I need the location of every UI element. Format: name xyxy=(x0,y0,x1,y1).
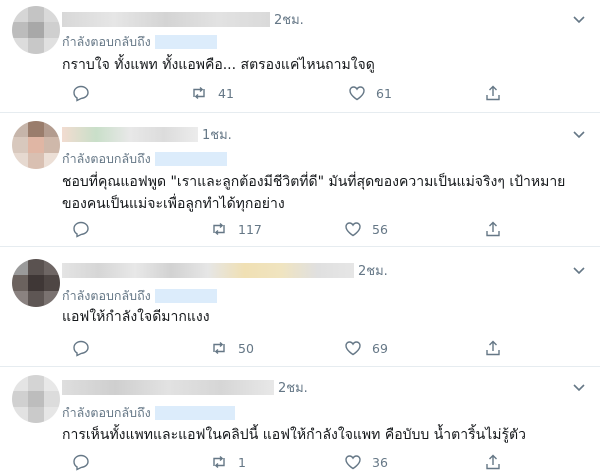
replying-to: กำลังตอบกลับถึง xyxy=(62,403,235,423)
reply-icon xyxy=(73,454,89,471)
retweet-icon xyxy=(193,86,205,100)
tweet-actions: 41 61 xyxy=(62,84,522,104)
share-button[interactable] xyxy=(484,339,502,357)
chevron-down-icon[interactable] xyxy=(572,127,586,141)
replying-to-label: กำลังตอบกลับถึง xyxy=(62,151,151,166)
heart-icon xyxy=(349,86,365,101)
tweet-text: กราบใจ ทั้งแพท ทั้งแอพคือ... สตรองแค่ไหน… xyxy=(62,57,375,73)
retweet-icon xyxy=(213,455,225,469)
chevron-down-icon[interactable] xyxy=(572,380,586,394)
retweet-icon xyxy=(213,222,225,236)
reply-icon xyxy=(73,340,89,357)
like-count: 61 xyxy=(376,85,392,101)
avatar[interactable] xyxy=(12,375,60,423)
retweet-count: 41 xyxy=(218,85,234,101)
replying-to-label: กำลังตอบกลับถึง xyxy=(62,405,151,420)
tweet-time[interactable]: 2ชม. xyxy=(278,377,308,398)
share-icon xyxy=(486,454,500,470)
like-button[interactable]: 69 xyxy=(344,339,388,357)
like-count: 69 xyxy=(372,340,388,356)
reply-icon xyxy=(73,85,89,102)
reply-button[interactable] xyxy=(72,220,100,238)
share-icon xyxy=(486,85,500,101)
retweet-icon xyxy=(213,341,225,355)
tweet-text: แอฟให้กำลังใจดีมากแงง xyxy=(62,309,210,325)
tweet-actions: 1 36 xyxy=(62,453,522,473)
tweet-time[interactable]: 2ชม. xyxy=(358,260,388,281)
reply-button[interactable] xyxy=(72,84,100,102)
share-button[interactable] xyxy=(484,220,502,238)
share-icon xyxy=(486,221,500,237)
tweet-text: ชอบที่คุณแอฟพูด "เราและลูกต้องมีชีวิตที่… xyxy=(62,174,566,212)
heart-icon xyxy=(345,341,361,356)
tweet-2[interactable]: 1ชม. กำลังตอบกลับถึง ชอบที่คุณแอฟพูด "เร… xyxy=(0,113,600,245)
tweet-3[interactable]: 2ชม. กำลังตอบกลับถึง แอฟให้กำลังใจดีมากแ… xyxy=(0,247,600,365)
tweet-text: การเห็นทั้งแพทและแอฟในคลิปนี้ แอฟให้กำลั… xyxy=(62,427,526,443)
tweet-actions: 50 69 xyxy=(62,339,522,359)
author-name-redacted[interactable] xyxy=(62,11,270,27)
reply-button[interactable] xyxy=(72,339,100,357)
tweet-time[interactable]: 1ชม. xyxy=(202,124,232,145)
tweet-4[interactable]: 2ชม. กำลังตอบกลับถึง การเห็นทั้งแพทและแอ… xyxy=(0,367,600,476)
chevron-down-icon[interactable] xyxy=(572,12,586,26)
author-name-redacted[interactable] xyxy=(62,262,354,278)
avatar[interactable] xyxy=(12,6,60,54)
like-count: 56 xyxy=(372,221,388,237)
share-button[interactable] xyxy=(484,84,502,102)
replying-to: กำลังตอบกลับถึง xyxy=(62,286,217,306)
heart-icon xyxy=(345,222,361,237)
like-button[interactable]: 61 xyxy=(348,84,392,102)
retweet-button[interactable]: 117 xyxy=(210,220,262,238)
tweet-time[interactable]: 2ชม. xyxy=(274,9,304,30)
retweet-button[interactable]: 50 xyxy=(210,339,254,357)
avatar[interactable] xyxy=(12,259,60,307)
author-row: 2ชม. xyxy=(62,378,308,396)
author-name-redacted[interactable] xyxy=(62,126,198,142)
tweet-actions: 117 56 xyxy=(62,220,522,240)
author-name-redacted[interactable] xyxy=(62,379,274,395)
reply-icon xyxy=(73,221,89,238)
retweet-button[interactable]: 1 xyxy=(210,453,246,471)
like-button[interactable]: 36 xyxy=(344,453,388,471)
author-row: 2ชม. xyxy=(62,261,388,279)
retweet-count: 50 xyxy=(238,340,254,356)
retweet-button[interactable]: 41 xyxy=(190,84,234,102)
heart-icon xyxy=(345,455,361,470)
author-row: 2ชม. xyxy=(62,10,304,28)
replying-to: กำลังตอบกลับถึง xyxy=(62,149,227,169)
retweet-count: 117 xyxy=(238,221,262,237)
replying-to-label: กำลังตอบกลับถึง xyxy=(62,34,151,49)
tweet-1[interactable]: 2ชม. กำลังตอบกลับถึง กราบใจ ทั้งแพท ทั้ง… xyxy=(0,0,600,112)
reply-handle-redacted[interactable] xyxy=(154,152,227,166)
avatar[interactable] xyxy=(12,121,60,169)
like-count: 36 xyxy=(372,454,388,470)
like-button[interactable]: 56 xyxy=(344,220,388,238)
chevron-down-icon[interactable] xyxy=(572,263,586,277)
reply-button[interactable] xyxy=(72,453,100,471)
author-row: 1ชม. xyxy=(62,125,232,143)
reply-handle-redacted[interactable] xyxy=(154,35,217,49)
retweet-count: 1 xyxy=(238,454,246,470)
reply-handle-redacted[interactable] xyxy=(154,406,235,420)
replying-to-label: กำลังตอบกลับถึง xyxy=(62,288,151,303)
share-button[interactable] xyxy=(484,453,502,471)
share-icon xyxy=(486,340,500,356)
replying-to: กำลังตอบกลับถึง xyxy=(62,32,217,52)
reply-handle-redacted[interactable] xyxy=(154,289,217,303)
